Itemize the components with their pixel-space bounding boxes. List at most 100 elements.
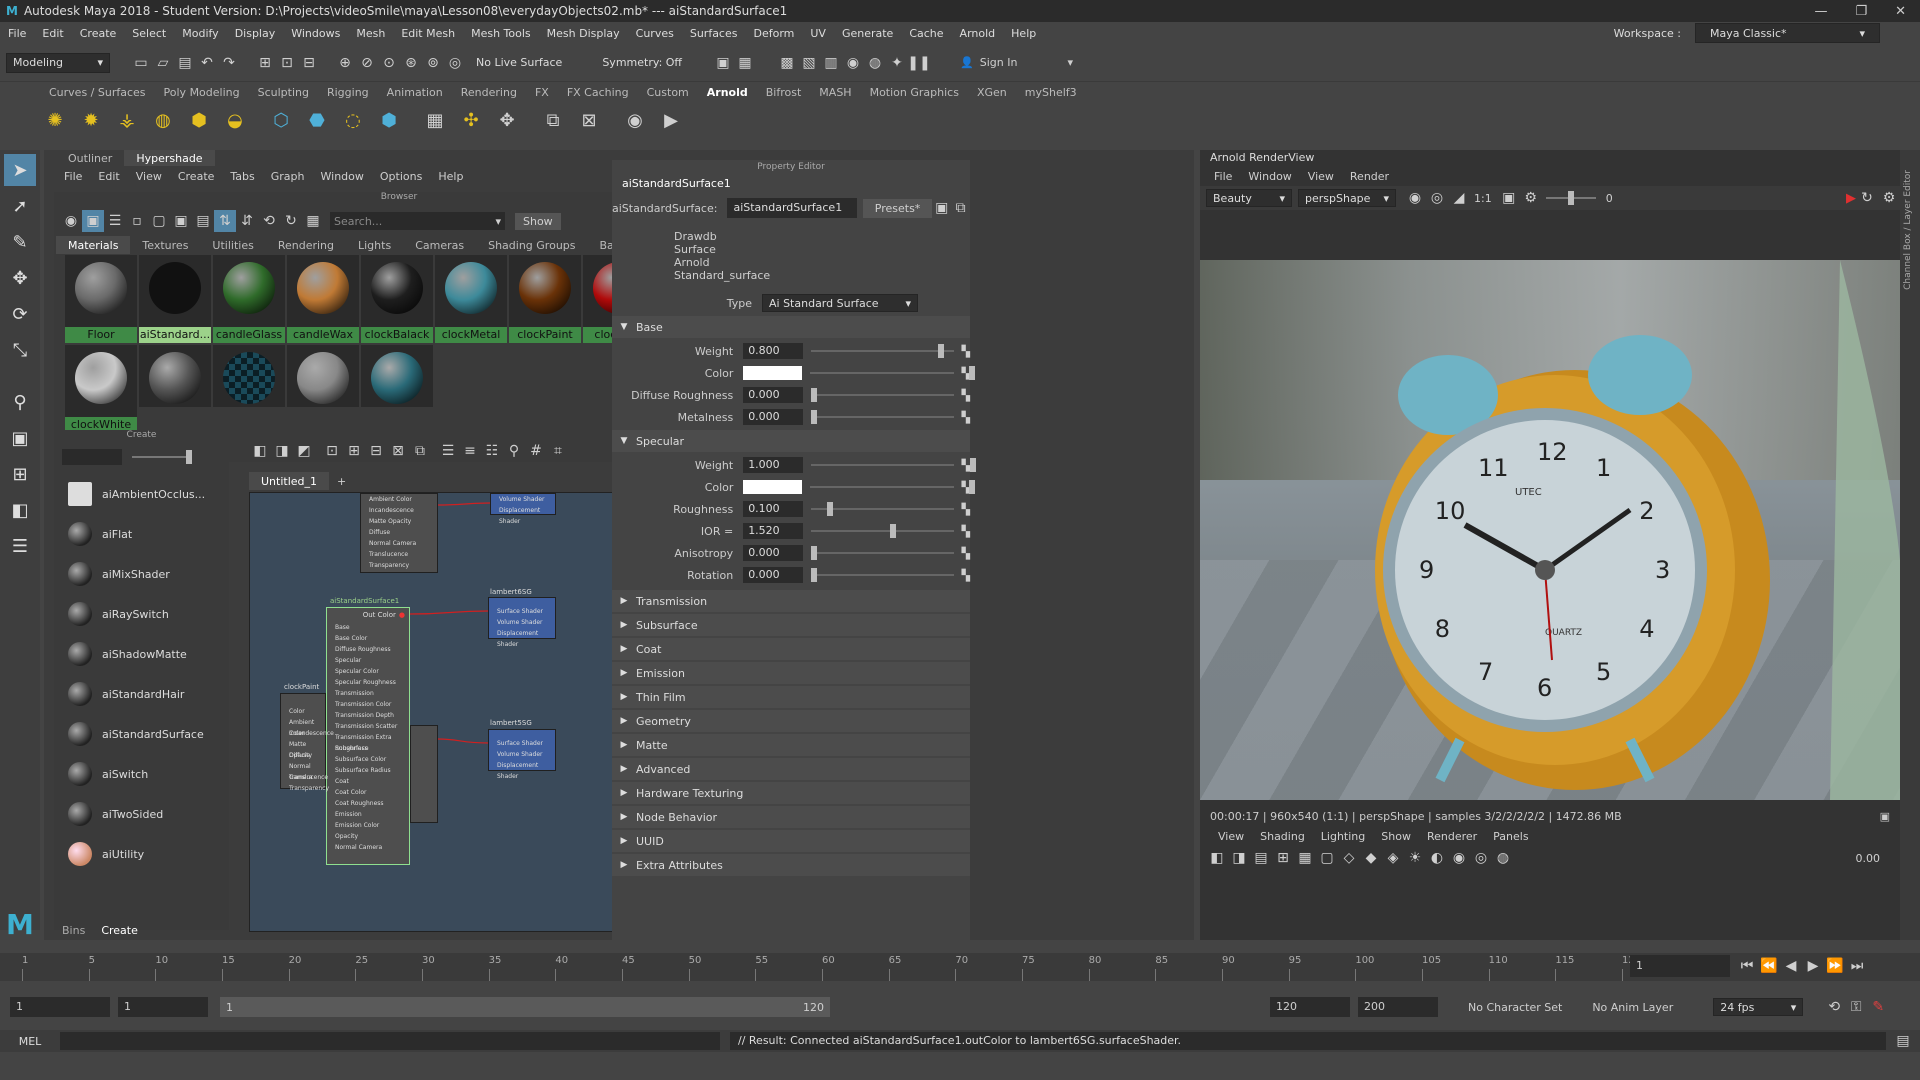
- hs-menu-help[interactable]: Help: [430, 170, 471, 183]
- step-back-key-icon[interactable]: ⏪: [1758, 955, 1780, 977]
- textured-icon[interactable]: ◈: [1382, 847, 1404, 869]
- medium-swatch-icon[interactable]: ▢: [148, 210, 170, 232]
- shelf-tab-xgen[interactable]: XGen: [968, 86, 1016, 99]
- command-input[interactable]: [60, 1032, 720, 1050]
- rv-menu-file[interactable]: File: [1206, 170, 1240, 183]
- section-base[interactable]: ▼ Base: [612, 316, 970, 338]
- slider-handle[interactable]: [969, 458, 976, 472]
- hs-menu-file[interactable]: File: [56, 170, 90, 183]
- menu-uv[interactable]: UV: [802, 27, 834, 40]
- viewport-exposure-value[interactable]: 0.00: [1856, 852, 1901, 865]
- play-icon[interactable]: ▶: [1802, 955, 1824, 977]
- vp-menu-shading[interactable]: Shading: [1252, 830, 1313, 843]
- section-advanced[interactable]: ▶ Advanced: [612, 758, 970, 780]
- go-to-end-icon[interactable]: ⏭: [1846, 955, 1868, 977]
- material-swatch[interactable]: [139, 345, 211, 407]
- spec-weight-field[interactable]: 1.000: [743, 457, 803, 473]
- copy-tab-icon[interactable]: ⧉: [951, 197, 970, 219]
- map-button-icon[interactable]: ▚: [962, 547, 970, 560]
- range-bar[interactable]: 1 120: [220, 997, 830, 1017]
- connected-view-icon[interactable]: ≡: [459, 440, 481, 462]
- diffuse-roughness-field[interactable]: 0.000: [743, 387, 803, 403]
- start-frame-field[interactable]: 1: [10, 997, 110, 1017]
- arnold-render-icon[interactable]: ✦: [886, 52, 908, 74]
- anisotropy-field[interactable]: 0.000: [743, 545, 803, 561]
- script-language[interactable]: MEL: [0, 1035, 60, 1048]
- search-icon[interactable]: ⚲: [503, 440, 525, 462]
- graph-layout-icon[interactable]: ⊠: [387, 440, 409, 462]
- open-scene-icon[interactable]: ▱: [152, 52, 174, 74]
- icon-size-slider[interactable]: [132, 450, 192, 464]
- resolution-gate-icon[interactable]: ▢: [1316, 847, 1338, 869]
- list-view-icon[interactable]: ☰: [104, 210, 126, 232]
- section-emission[interactable]: ▶ Emission: [612, 662, 970, 684]
- rv-menu-view[interactable]: View: [1300, 170, 1342, 183]
- slider-handle[interactable]: [937, 344, 944, 358]
- shelf-tab-fx[interactable]: FX: [526, 86, 558, 99]
- rotation-slider[interactable]: [810, 568, 954, 582]
- paint-select-icon[interactable]: ✎: [4, 226, 36, 258]
- anim-layer-dropdown[interactable]: No Anim Layer: [1592, 1001, 1673, 1014]
- close-button[interactable]: ✕: [1895, 4, 1906, 19]
- scale-tool-icon[interactable]: ⤡: [4, 334, 36, 366]
- character-set-dropdown[interactable]: No Character Set: [1468, 1001, 1562, 1014]
- single-view-icon[interactable]: ▣: [4, 422, 36, 454]
- camera-dropdown[interactable]: perspShape ▾: [1298, 189, 1396, 207]
- hs-menu-view[interactable]: View: [128, 170, 170, 183]
- snap-vertex-icon[interactable]: ◎: [444, 52, 466, 74]
- map-button-icon[interactable]: ▚: [962, 459, 970, 472]
- flush-textures-icon[interactable]: ▦: [420, 105, 450, 135]
- flush-background-icon[interactable]: ✣: [456, 105, 486, 135]
- full-view-icon[interactable]: ☷: [481, 440, 503, 462]
- ior-field[interactable]: 1.520: [743, 523, 803, 539]
- step-back-icon[interactable]: ◀: [1780, 955, 1802, 977]
- section-node-behavior[interactable]: ▶ Node Behavior: [612, 806, 970, 828]
- channel-box-tab[interactable]: Channel Box / Layer Editor: [1903, 170, 1913, 290]
- metalness-field[interactable]: 0.000: [743, 409, 803, 425]
- license-manager-icon[interactable]: ⊠: [574, 105, 604, 135]
- slider-handle[interactable]: [810, 388, 817, 402]
- gamma-icon[interactable]: ◍: [1492, 847, 1514, 869]
- snap-surface-icon[interactable]: ⊚: [422, 52, 444, 74]
- shelf-tab-rendering[interactable]: Rendering: [452, 86, 526, 99]
- slider-handle[interactable]: [969, 366, 976, 380]
- snap-view-icon[interactable]: ⊛: [400, 52, 422, 74]
- maximize-button[interactable]: ❐: [1855, 4, 1867, 19]
- render-sequence-icon[interactable]: ▧: [798, 52, 820, 74]
- shelf-tab-mash[interactable]: MASH: [810, 86, 860, 99]
- fps-dropdown[interactable]: 24 fps ▾: [1713, 998, 1804, 1016]
- shelf-tab-fx-caching[interactable]: FX Caching: [558, 86, 638, 99]
- menu-surfaces[interactable]: Surfaces: [682, 27, 746, 40]
- frame-icon[interactable]: ▣: [1498, 187, 1520, 209]
- simple-view-icon[interactable]: ☰: [437, 440, 459, 462]
- exposure-slider[interactable]: [1545, 191, 1596, 205]
- graph-tab[interactable]: Untitled_1: [249, 472, 330, 490]
- render-settings-icon[interactable]: ⚙: [1878, 187, 1900, 209]
- filter-icon[interactable]: ▦: [302, 210, 324, 232]
- metalness-slider[interactable]: [810, 410, 954, 424]
- snapshot-icon[interactable]: ▣: [1880, 810, 1900, 823]
- redo-icon[interactable]: ↷: [218, 52, 240, 74]
- add-tab-icon[interactable]: +: [329, 475, 346, 488]
- slider-handle[interactable]: [826, 502, 833, 516]
- base-weight-slider[interactable]: [810, 344, 954, 358]
- render-view-icon[interactable]: ▩: [776, 52, 798, 74]
- tab-outliner[interactable]: Outliner: [56, 150, 124, 166]
- browser-search-input[interactable]: Search... ▾: [330, 212, 505, 230]
- render-shelf-icon[interactable]: ▶: [656, 105, 686, 135]
- shadows-icon[interactable]: ◐: [1426, 847, 1448, 869]
- section-geometry[interactable]: ▶ Geometry: [612, 710, 970, 732]
- focus-icon[interactable]: ▣: [932, 197, 951, 219]
- section-hardware-texturing[interactable]: ▶ Hardware Texturing: [612, 782, 970, 804]
- create-item[interactable]: aiSwitch: [54, 754, 229, 794]
- material-swatch[interactable]: candleWax: [287, 255, 359, 343]
- slider-handle[interactable]: [810, 410, 817, 424]
- hs-menu-graph[interactable]: Graph: [263, 170, 313, 183]
- select-component-icon[interactable]: ⊟: [298, 52, 320, 74]
- presets-button[interactable]: Presets*: [862, 198, 933, 218]
- base-color-swatch[interactable]: [743, 366, 803, 380]
- grid-view-icon[interactable]: ▣: [82, 210, 104, 232]
- step-forward-key-icon[interactable]: ⏩: [1824, 955, 1846, 977]
- smooth-shade-icon[interactable]: ◆: [1360, 847, 1382, 869]
- volume-icon[interactable]: ◌: [338, 105, 368, 135]
